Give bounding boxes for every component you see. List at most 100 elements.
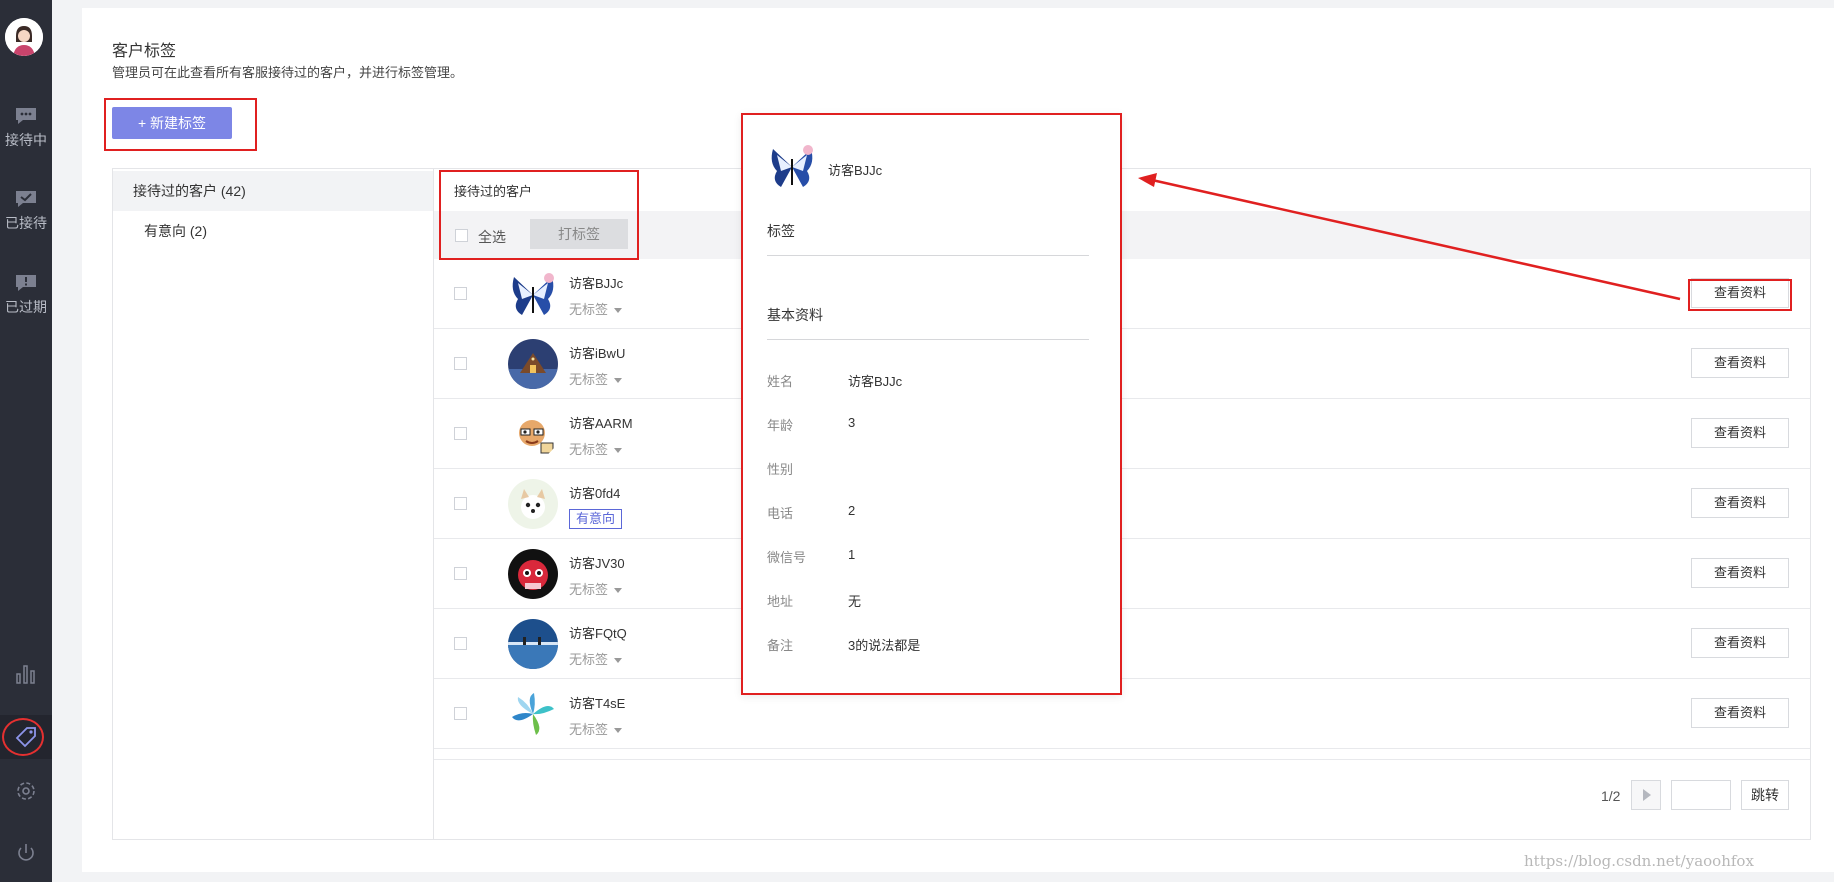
sidebar-item-intent[interactable]: 有意向 (2) (113, 211, 433, 251)
divider (767, 255, 1089, 256)
sidebar-item-label: 有意向 (2) (144, 223, 207, 239)
tag-label: 无标签 (569, 372, 609, 387)
next-page-button[interactable] (1631, 780, 1661, 810)
agent-avatar[interactable] (5, 18, 43, 56)
bar-chart-icon (16, 665, 35, 684)
row-checkbox[interactable] (454, 287, 467, 300)
view-profile-button[interactable]: 查看资料 (1691, 698, 1789, 728)
field-value: 无 (848, 594, 862, 609)
view-profile-button[interactable]: 查看资料 (1691, 488, 1789, 518)
avatar (508, 409, 558, 459)
tag-chip-intent[interactable]: 有意向 (569, 509, 623, 529)
view-profile-button[interactable]: 查看资料 (1691, 418, 1789, 448)
new-tag-annotation (104, 98, 257, 151)
tag-dropdown[interactable]: 无标签 (569, 439, 623, 458)
view-profile-button[interactable]: 查看资料 (1691, 628, 1789, 658)
nav-item-label: 已接待 (5, 215, 47, 231)
table-row: 访客JV30 无标签 查看资料 (434, 539, 1810, 609)
sidebar-item-label: 接待过的客户 (42) (133, 183, 246, 199)
field-value: 3的说法都是 (848, 638, 921, 653)
tag-label: 无标签 (569, 652, 609, 667)
view-button-annotation (1688, 279, 1792, 311)
page-indicator: 1/2 (1601, 788, 1621, 804)
avatar (508, 549, 558, 599)
page-description: 管理员可在此查看所有客服接待过的客户，并进行标签管理。 (112, 65, 464, 80)
check-chat-icon (16, 191, 36, 207)
avatar (508, 619, 558, 669)
field-key: 年龄 (767, 418, 794, 433)
tag-label: 无标签 (569, 582, 609, 597)
nav-item-receiving[interactable]: 接待中 (0, 106, 52, 150)
nav-stats[interactable] (0, 662, 52, 684)
left-nav: 接待中 已接待 已过期 (0, 0, 52, 882)
view-profile-button[interactable]: 查看资料 (1691, 348, 1789, 378)
field-key: 微信号 (767, 550, 807, 565)
customer-name: 访客FQtQ (569, 626, 627, 641)
gear-icon (17, 782, 35, 800)
nav-item-expired[interactable]: 已过期 (0, 273, 52, 317)
row-checkbox[interactable] (454, 497, 467, 510)
row-checkbox[interactable] (454, 637, 467, 650)
avatar (508, 269, 558, 319)
nav-settings[interactable] (0, 780, 52, 802)
nav-item-received[interactable]: 已接待 (0, 189, 52, 233)
row-checkbox[interactable] (454, 357, 467, 370)
avatar (767, 141, 817, 191)
chat-icon (16, 108, 36, 124)
customer-name: 访客T4sE (569, 696, 626, 711)
table-row: 访客AARM 无标签 查看资料 (434, 399, 1810, 469)
caret-down-icon (614, 308, 623, 314)
caret-down-icon (614, 378, 623, 384)
caret-down-icon (614, 728, 623, 734)
caret-down-icon (614, 448, 623, 454)
popup-tags-title: 标签 (767, 223, 795, 239)
row-checkbox[interactable] (454, 707, 467, 720)
exclamation-chat-icon (16, 275, 36, 291)
tag-icon-annotation (2, 718, 44, 756)
tag-sidebar: 接待过的客户 (42) 有意向 (2) (113, 169, 434, 839)
sidebar-item-received[interactable]: 接待过的客户 (42) (113, 171, 433, 211)
popup-basic-title: 基本资料 (767, 307, 823, 323)
tag-label: 无标签 (569, 442, 609, 457)
caret-down-icon (614, 588, 623, 594)
row-checkbox[interactable] (454, 567, 467, 580)
customer-name: 访客AARM (569, 416, 633, 431)
caret-down-icon (614, 658, 623, 664)
nav-logout[interactable] (0, 842, 52, 864)
tag-dropdown[interactable]: 无标签 (569, 299, 623, 318)
page-jump-input[interactable] (1671, 780, 1731, 810)
field-value: 2 (848, 503, 856, 518)
jump-button[interactable]: 跳转 (1741, 780, 1789, 810)
tag-label: 无标签 (569, 722, 609, 737)
field-key: 备注 (767, 638, 794, 653)
divider (767, 339, 1089, 340)
field-value: 访客BJJc (848, 374, 903, 389)
row-checkbox[interactable] (454, 427, 467, 440)
table-row: 访客0fd4 有意向 查看资料 (434, 469, 1810, 539)
table-row: 访客FQtQ 无标签 查看资料 (434, 609, 1810, 679)
customer-profile-popup: 访客BJJc 标签 基本资料 姓名 访客BJJc 年龄 3 性别 电话 2 微信… (741, 113, 1122, 695)
tag-label: 无标签 (569, 302, 609, 317)
tag-dropdown[interactable]: 无标签 (569, 369, 623, 388)
field-key: 电话 (767, 506, 794, 521)
customer-name: 访客iBwU (569, 346, 626, 361)
page-title: 客户标签 (112, 43, 177, 60)
avatar (508, 339, 558, 389)
view-profile-button[interactable]: 查看资料 (1691, 558, 1789, 588)
field-key: 姓名 (767, 374, 794, 389)
tag-dropdown[interactable]: 无标签 (569, 719, 623, 738)
customer-name: 访客0fd4 (569, 486, 621, 501)
table-row: 访客T4sE 无标签 查看资料 (434, 679, 1810, 749)
table-row: 访客iBwU 无标签 查看资料 (434, 329, 1810, 399)
nav-item-label: 已过期 (5, 299, 47, 315)
annotation-arrow (1138, 173, 1681, 301)
nav-item-label: 接待中 (5, 132, 47, 148)
power-icon (18, 844, 34, 861)
field-value: 3 (848, 415, 856, 430)
popup-customer-name: 访客BJJc (828, 163, 883, 178)
avatar (508, 689, 558, 739)
watermark: https://blog.csdn.net/yaoohfox (1524, 852, 1754, 870)
tag-dropdown[interactable]: 无标签 (569, 649, 623, 668)
field-key: 地址 (767, 594, 794, 609)
tag-dropdown[interactable]: 无标签 (569, 579, 623, 598)
